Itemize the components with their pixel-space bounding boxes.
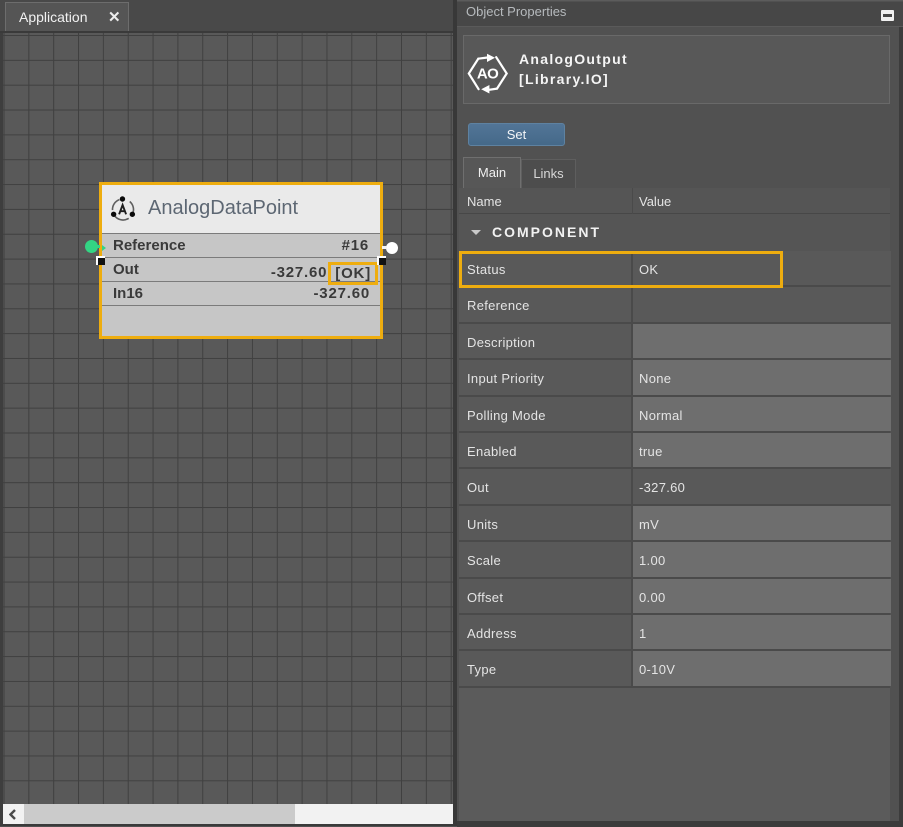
svg-text:AO: AO [477, 66, 499, 83]
